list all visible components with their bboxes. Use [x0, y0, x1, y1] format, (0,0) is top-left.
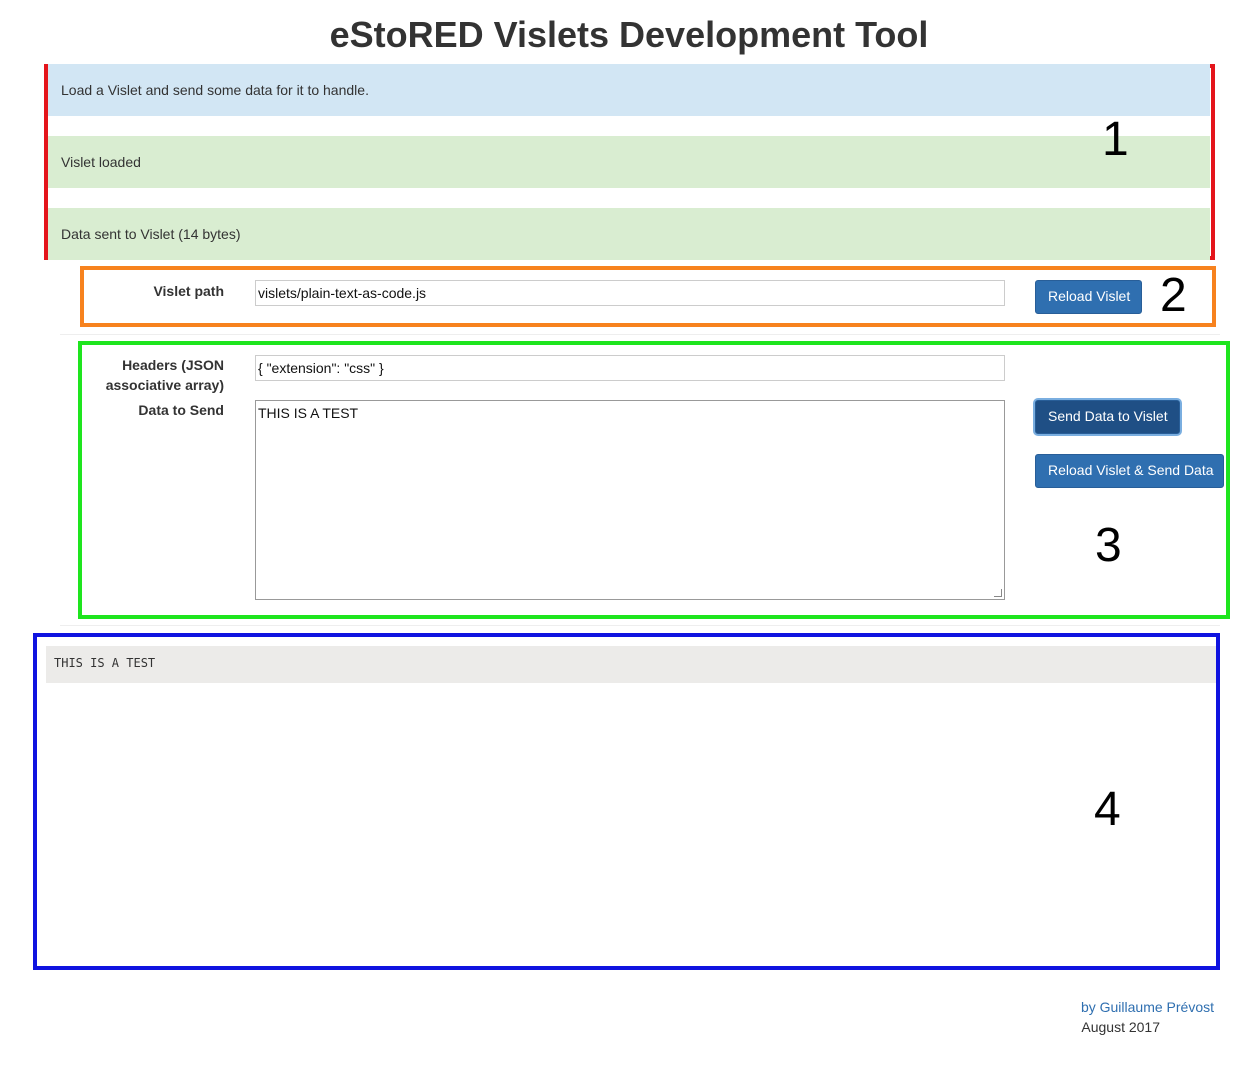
alert-data-sent: Data sent to Vislet (14 bytes)	[48, 208, 1210, 260]
reload-vislet-button[interactable]: Reload Vislet	[1035, 280, 1142, 314]
headers-label-line2: associative array)	[105, 377, 224, 393]
annotation-number-4: 4	[1094, 783, 1121, 836]
footer-author[interactable]: by Guillaume Prévost	[1081, 999, 1214, 1015]
data-to-send-label: Data to Send	[138, 402, 224, 418]
annotation-number-3: 3	[1095, 519, 1122, 572]
annotation-number-2: 2	[1160, 269, 1187, 322]
divider	[60, 625, 1220, 626]
data-to-send-textarea[interactable]: THIS IS A TEST	[255, 400, 1005, 600]
resize-grip-icon[interactable]	[994, 589, 1002, 597]
vislet-path-label: Vislet path	[153, 283, 224, 299]
alert-vislet-loaded: Vislet loaded	[48, 136, 1210, 188]
annotation-number-1: 1	[1102, 113, 1129, 166]
headers-label: Headers (JSON associative array)	[90, 355, 224, 395]
alert-info: Load a Vislet and send some data for it …	[48, 64, 1210, 116]
author-link[interactable]: by Guillaume Prévost	[1081, 999, 1214, 1015]
send-data-button[interactable]: Send Data to Vislet	[1035, 400, 1180, 434]
vislet-output-code: THIS IS A TEST	[46, 646, 1216, 683]
headers-input[interactable]: { "extension": "css" }	[255, 355, 1005, 381]
annotation-box-4	[33, 633, 1220, 970]
headers-label-line1: Headers (JSON	[122, 357, 224, 373]
divider	[60, 334, 1220, 335]
footer-date: August 2017	[1081, 1019, 1160, 1035]
vislet-path-input[interactable]: vislets/plain-text-as-code.js	[255, 280, 1005, 306]
data-to-send-value: THIS IS A TEST	[258, 405, 359, 421]
reload-and-send-button[interactable]: Reload Vislet & Send Data	[1035, 454, 1224, 488]
page-title: eStoRED Vislets Development Tool	[329, 14, 929, 55]
